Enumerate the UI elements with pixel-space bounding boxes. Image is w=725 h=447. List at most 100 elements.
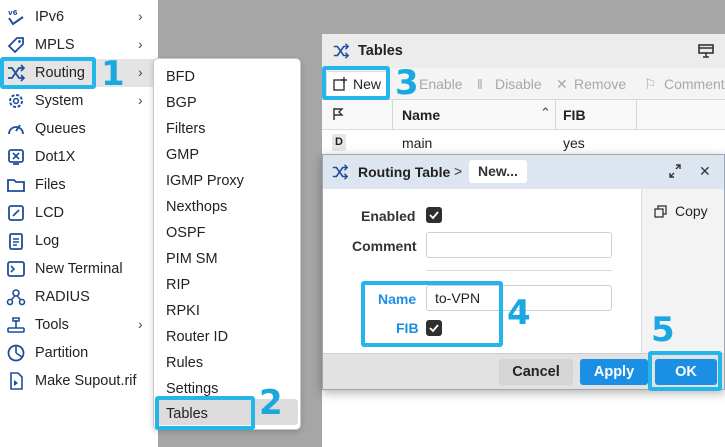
copy-icon	[654, 205, 667, 221]
sidebar-item-label: System	[35, 93, 84, 109]
chevron-right-icon: ›	[138, 8, 143, 24]
sidebar-item-files[interactable]: Files	[0, 171, 158, 199]
comment-button[interactable]: Comment	[664, 76, 725, 92]
chevron-right-icon: ›	[138, 92, 143, 108]
step-number-3: 3	[395, 63, 419, 103]
callout-tables	[155, 396, 255, 430]
sidebar-item-partition[interactable]: Partition	[0, 339, 158, 367]
dialog-titlebar[interactable]: Routing Table > New... ✕	[323, 155, 724, 189]
sidebar-item-label: Dot1X	[35, 149, 76, 165]
sidebar-item-label: New Terminal	[35, 261, 123, 277]
sidebar-item-label: Partition	[35, 345, 89, 361]
submenu-item-filters[interactable]: Filters	[166, 121, 205, 137]
sidebar-item-label: Log	[35, 233, 60, 249]
disable-button[interactable]: Disable	[495, 76, 542, 92]
sidebar-item-lcd[interactable]: LCD	[0, 199, 158, 227]
copy-button[interactable]: Copy	[654, 201, 718, 223]
dialog-title: Routing Table	[358, 164, 451, 180]
chevron-up-icon[interactable]: ⌃	[540, 105, 551, 121]
chevron-right-icon: ›	[138, 316, 143, 332]
chevron-right-icon: ›	[138, 36, 143, 52]
submenu-item-rpki[interactable]: RPKI	[166, 303, 200, 319]
enabled-label: Enabled	[361, 208, 416, 224]
step-number-5: 5	[651, 310, 675, 350]
submenu-item-router-id[interactable]: Router ID	[166, 329, 228, 345]
submenu-item-pim-sm[interactable]: PIM SM	[166, 251, 218, 267]
terminal-icon	[6, 259, 26, 279]
sidebar-item-system[interactable]: System ›	[0, 87, 158, 115]
tables-window-title: Tables	[358, 43, 403, 59]
sidebar-item-label: RADIUS	[35, 289, 90, 305]
sidebar-item-label: Tools	[35, 317, 69, 333]
sidebar-item-tools[interactable]: Tools ›	[0, 311, 158, 339]
wrench-icon	[6, 315, 26, 335]
callout-new-button	[322, 66, 390, 100]
callout-name-fib	[361, 281, 503, 347]
submenu-item-bgp[interactable]: BGP	[166, 95, 197, 111]
submenu-item-igmp-proxy[interactable]: IGMP Proxy	[166, 173, 244, 189]
row-name-cell: main	[402, 135, 433, 151]
row-fib-cell: yes	[563, 135, 585, 151]
form-divider	[426, 270, 612, 271]
sidebar-item-label: Queues	[35, 121, 86, 137]
submenu-item-ospf[interactable]: OSPF	[166, 225, 205, 241]
comment-icon: ⚐	[644, 76, 657, 92]
svg-text:v6: v6	[8, 9, 18, 17]
flag-icon	[332, 107, 344, 124]
column-divider	[555, 100, 556, 130]
supout-icon	[6, 371, 26, 391]
log-icon	[6, 231, 26, 251]
table-row[interactable]: D main yes	[322, 130, 725, 156]
sidebar-item-ipv6[interactable]: v6 IPv6 ›	[0, 3, 158, 31]
column-divider	[636, 100, 637, 130]
sidebar-item-radius[interactable]: RADIUS	[0, 283, 158, 311]
tables-window-titlebar[interactable]: Tables	[322, 34, 725, 68]
routing-shuffle-icon	[331, 163, 349, 184]
expand-icon[interactable]	[669, 164, 681, 181]
radius-icon	[6, 287, 26, 307]
cancel-label: Cancel	[512, 364, 560, 380]
tag-icon	[6, 35, 26, 55]
submenu-item-gmp[interactable]: GMP	[166, 147, 199, 163]
submenu-item-rip[interactable]: RIP	[166, 277, 190, 293]
sidebar-item-label: IPv6	[35, 9, 65, 25]
partition-icon	[6, 343, 26, 363]
folder-icon	[6, 175, 26, 195]
sidebar-item-log[interactable]: Log	[0, 227, 158, 255]
sidebar-item-mpls[interactable]: MPLS ›	[0, 31, 158, 59]
sidebar-item-label: Files	[35, 177, 66, 193]
step-number-4: 4	[507, 293, 531, 333]
sidebar-item-queues[interactable]: Queues	[0, 115, 158, 143]
breadcrumb-separator: >	[454, 163, 463, 179]
table-header: Name ⌃ FIB	[322, 100, 725, 130]
breadcrumb-current[interactable]: New...	[469, 160, 527, 183]
comment-label: Comment	[352, 238, 417, 254]
submenu-item-nexthops[interactable]: Nexthops	[166, 199, 227, 215]
submenu-item-rules[interactable]: Rules	[166, 355, 203, 371]
callout-ok-button	[648, 351, 722, 391]
comment-field[interactable]	[426, 232, 612, 258]
apply-label: Apply	[593, 364, 635, 380]
sidebar-item-dot1x[interactable]: Dot1X	[0, 143, 158, 171]
dock-icon[interactable]	[698, 44, 714, 61]
ipv6-icon: v6	[6, 7, 26, 27]
column-header-fib[interactable]: FIB	[563, 107, 586, 123]
gear-icon	[6, 91, 26, 111]
sidebar-item-label: LCD	[35, 205, 65, 221]
cancel-button[interactable]: Cancel	[499, 359, 573, 385]
enabled-checkbox[interactable]	[426, 207, 442, 223]
apply-button[interactable]: Apply	[580, 359, 648, 385]
enable-button[interactable]: Enable	[419, 76, 463, 92]
routing-shuffle-icon	[332, 42, 350, 63]
chevron-right-icon: ›	[138, 64, 143, 80]
sidebar-item-new-terminal[interactable]: New Terminal	[0, 255, 158, 283]
close-icon[interactable]: ✕	[699, 163, 711, 180]
column-header-name[interactable]: Name	[402, 107, 440, 123]
sidebar-item-make-supout[interactable]: Make Supout.rif	[0, 367, 158, 395]
column-divider	[392, 100, 393, 130]
submenu-item-bfd[interactable]: BFD	[166, 69, 195, 85]
dot1x-icon	[6, 147, 26, 167]
submenu-item-settings[interactable]: Settings	[166, 381, 218, 397]
remove-button[interactable]: Remove	[574, 76, 626, 92]
gauge-icon	[6, 119, 26, 139]
